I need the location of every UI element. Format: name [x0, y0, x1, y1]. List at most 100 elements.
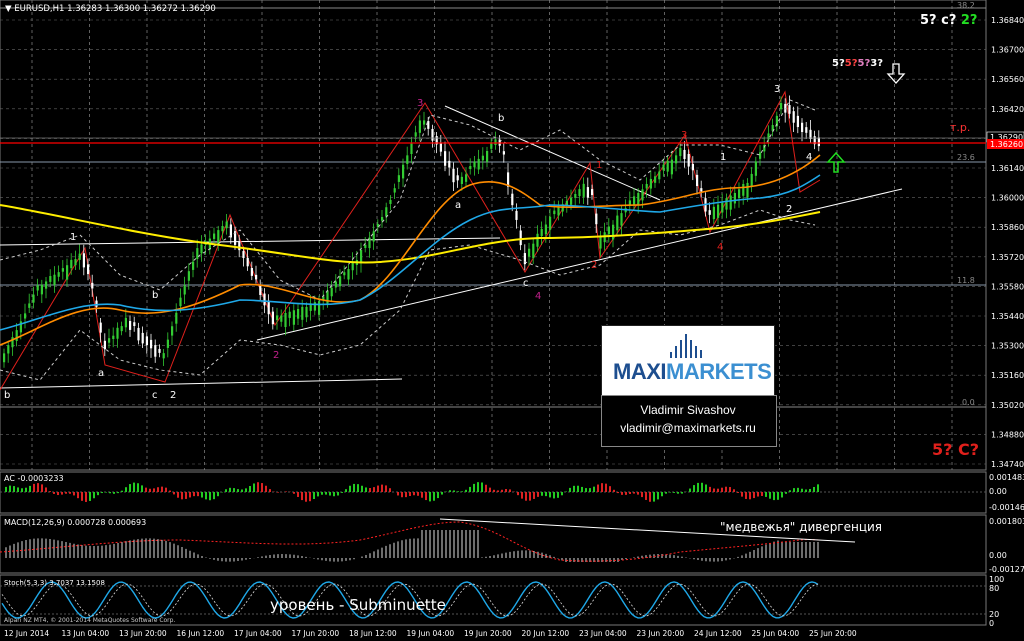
- candle-body: [78, 253, 81, 260]
- time-tick: 13 Jun 04:00: [62, 629, 110, 638]
- candle-body: [528, 248, 531, 257]
- wave-label: 2: [170, 390, 176, 401]
- wave-label: 1: [720, 152, 726, 163]
- candle-body: [666, 160, 669, 172]
- candle-body: [738, 189, 741, 199]
- candle-body: [280, 315, 283, 322]
- macd-tick: -0.001276: [989, 565, 1024, 574]
- price-tick: 1.34880: [991, 430, 1024, 439]
- candle-body: [82, 253, 85, 268]
- candle-body: [150, 339, 153, 349]
- candle-body: [591, 189, 594, 196]
- price-tick: 1.36000: [991, 194, 1024, 203]
- bottom-right-annotation: 5? C?: [932, 440, 979, 459]
- copyright-text: Alpari NZ MT4, © 2001-2014 MetaQuotes So…: [4, 617, 175, 624]
- price-tick: 1.35160: [991, 371, 1024, 380]
- candle-body: [154, 345, 157, 357]
- candle-body: [721, 202, 724, 213]
- candle-body: [641, 189, 644, 201]
- candle-body: [360, 249, 363, 264]
- candle-body: [242, 251, 245, 259]
- chart-canvas[interactable]: 1.368401.367001.365601.364201.362801.361…: [0, 0, 1024, 641]
- time-tick: 17 Jun 04:00: [234, 629, 282, 638]
- candle-body: [259, 285, 262, 295]
- candle-body: [330, 287, 333, 297]
- time-tick: 16 Jun 12:00: [177, 629, 225, 638]
- candle-body: [187, 271, 190, 281]
- candle-body: [599, 237, 602, 249]
- candle-body: [406, 155, 409, 164]
- divergence-annotation: "медвежья" дивергенция: [720, 520, 882, 534]
- candle-body: [32, 294, 35, 303]
- candle-body: [99, 322, 102, 333]
- wave-label: a: [98, 368, 104, 379]
- candle-body: [297, 308, 300, 319]
- candle-body: [171, 326, 174, 336]
- wave-label: 1: [596, 160, 602, 171]
- candle-body: [733, 192, 736, 204]
- candle-body: [166, 339, 169, 348]
- wave-label: a: [455, 200, 461, 211]
- candle-body: [683, 149, 686, 160]
- candle-body: [133, 322, 136, 327]
- candle-body: [637, 192, 640, 205]
- ac-tick: -0.001465: [989, 503, 1024, 512]
- fib-236-label: 23.6: [957, 153, 975, 162]
- candle-body: [49, 276, 52, 282]
- wave-label: 3: [774, 84, 780, 95]
- stoch-tick: 0: [989, 619, 994, 628]
- ac-label: AC -0.0003233: [4, 474, 64, 483]
- price-axis: 1.368401.367001.365601.364201.362801.361…: [991, 16, 1024, 469]
- candle-body: [788, 105, 791, 114]
- candle-body: [628, 200, 631, 205]
- candle-body: [532, 243, 535, 259]
- candle-body: [250, 268, 253, 276]
- time-tick: 19 Jun 04:00: [407, 629, 455, 638]
- wave-label: 1: [70, 232, 76, 243]
- candle-body: [217, 230, 220, 245]
- candle-body: [61, 268, 64, 272]
- candle-body: [595, 213, 598, 225]
- wave-label: 4: [717, 242, 723, 253]
- candle-body: [423, 120, 426, 125]
- candle-body: [586, 187, 589, 198]
- candle-body: [780, 102, 783, 110]
- candle-body: [116, 327, 119, 339]
- candle-body: [473, 161, 476, 168]
- candle-body: [57, 272, 60, 277]
- wave-label: b: [498, 113, 504, 124]
- candle-body: [263, 293, 266, 306]
- candle-body: [670, 159, 673, 175]
- candle-body: [175, 312, 178, 324]
- wave-label: 3: [681, 130, 687, 141]
- time-tick: 24 Jun 12:00: [694, 629, 742, 638]
- candle-body: [267, 300, 270, 315]
- time-tick: 25 Jun 04:00: [752, 629, 800, 638]
- candle-body: [465, 174, 468, 182]
- candle-body: [767, 133, 770, 140]
- candle-body: [452, 168, 455, 183]
- candle-body: [469, 166, 472, 170]
- main-pane[interactable]: [0, 0, 987, 471]
- candle-body: [414, 132, 417, 137]
- price-tick: 1.35720: [991, 253, 1024, 262]
- price-tick: 1.35860: [991, 223, 1024, 232]
- candle-body: [809, 129, 812, 140]
- price-tick: 1.34740: [991, 460, 1024, 469]
- candle-body: [712, 206, 715, 220]
- candle-body: [397, 175, 400, 182]
- candle-body: [717, 204, 720, 218]
- author-email[interactable]: vladimir@maximarkets.ru: [601, 421, 775, 435]
- candle-body: [351, 262, 354, 271]
- candle-body: [385, 207, 388, 217]
- brand-maxi: MAXI: [613, 359, 667, 384]
- candle-body: [511, 193, 514, 206]
- candle-body: [389, 199, 392, 204]
- candle-body: [129, 320, 132, 330]
- level-note-annotation: уровень - Subminuette: [270, 596, 446, 614]
- price-tick: 1.36840: [991, 16, 1024, 25]
- price-tick: 1.35300: [991, 342, 1024, 351]
- candle-body: [570, 197, 573, 205]
- price-tick: 1.35020: [991, 401, 1024, 410]
- candle-body: [192, 261, 195, 270]
